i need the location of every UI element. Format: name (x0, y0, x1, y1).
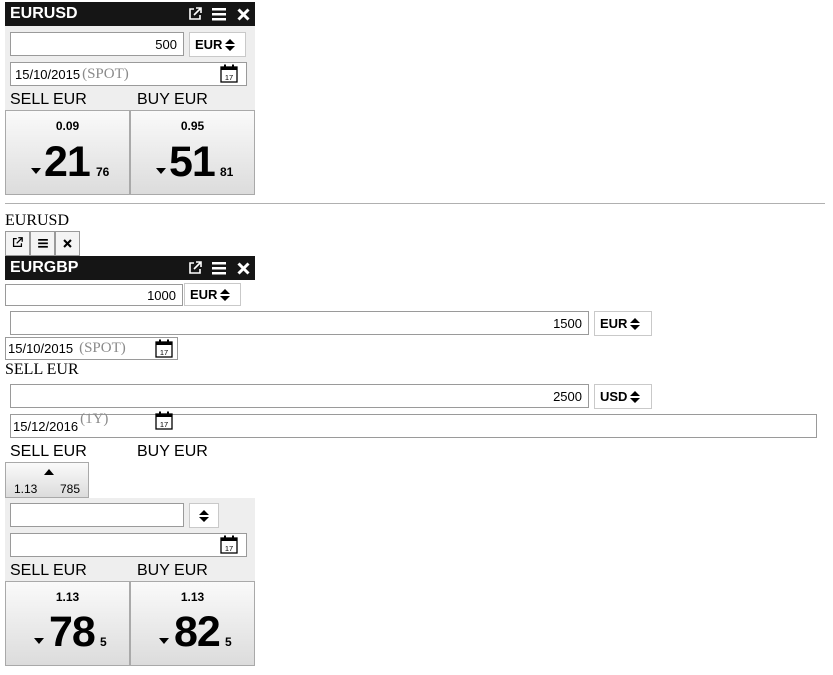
eurusd-tenor: (SPOT) (82, 65, 129, 82)
close-icon[interactable] (231, 261, 255, 275)
currency-value-3: USD (600, 389, 628, 404)
tenor-2: (SPOT) (79, 340, 126, 356)
eurusd-currency-select[interactable]: EUR (189, 32, 246, 57)
eurusd-buy-spread: 0.95 (180, 119, 205, 133)
calendar-day: 17 (225, 544, 233, 553)
popout-icon[interactable] (183, 7, 207, 21)
amount-input-2[interactable]: 1500 (10, 311, 589, 335)
empty-amount-input[interactable] (10, 503, 184, 527)
date-field-2[interactable]: 15/10/2015 (SPOT) (5, 337, 178, 360)
sell-pips-3: 5 (100, 635, 107, 649)
eurusd-title: EURUSD (10, 5, 78, 22)
popout-icon (12, 235, 23, 253)
updown-arrows-icon (220, 288, 231, 302)
eurgbp-amount-value: 1000 (147, 287, 176, 303)
eurusd-sell-spread: 0.09 (55, 119, 80, 133)
currency-select-3[interactable]: USD (594, 384, 652, 409)
calendar-day: 17 (160, 420, 168, 429)
eurusd-amount-input[interactable]: 500 (10, 32, 184, 56)
eurusd-buy-button[interactable]: 0.95 51 81 (130, 110, 255, 195)
sell-button-3[interactable]: 1.13 78 5 (5, 581, 130, 666)
down-arrow-icon (31, 168, 41, 174)
eurusd-date-value: 15/10/2015 (15, 66, 81, 82)
sell-label-3: SELL EUR (10, 562, 87, 579)
close-button[interactable] (55, 231, 80, 256)
sell-label-plain: SELL EUR (5, 361, 79, 378)
eurgbp-title: EURGBP (10, 259, 79, 276)
eurusd-sell-big-figure: 21 (44, 138, 91, 186)
eurgbp-currency-select[interactable]: EUR (184, 283, 241, 306)
buy-button-3[interactable]: 1.13 82 5 (130, 581, 255, 666)
amount-value-2: 1500 (553, 315, 582, 331)
up-arrow-icon (44, 469, 54, 475)
eurusd-buy-label: BUY EUR (137, 91, 208, 108)
down-arrow-icon (159, 638, 169, 644)
eurusd-date-field[interactable]: 15/10/2015 (SPOT) (10, 62, 247, 86)
sell-label-2: SELL EUR (10, 443, 87, 460)
buy-big-figure-3: 82 (174, 608, 221, 656)
date-value-2: 15/10/2015 (8, 341, 74, 356)
calendar-day: 17 (160, 348, 168, 357)
menu-button[interactable] (30, 231, 55, 256)
updown-arrows-icon (199, 509, 209, 523)
section-divider (5, 203, 825, 204)
date-field-3[interactable]: 15/12/2016 (1Y) (10, 411, 817, 438)
buy-label-3: BUY EUR (137, 562, 208, 579)
sell-spread-3: 1.13 (55, 590, 80, 604)
buy-spread-3: 1.13 (180, 590, 205, 604)
popout-icon[interactable] (183, 261, 207, 275)
calendar-day: 17 (225, 73, 233, 82)
eurusd-title-bar: EURUSD (5, 2, 255, 26)
updown-arrows-icon (225, 38, 236, 52)
menu-icon[interactable] (207, 261, 231, 275)
close-icon (63, 235, 72, 253)
buy-label-2: BUY EUR (137, 443, 208, 460)
popout-button[interactable] (5, 231, 30, 256)
amount-input-3[interactable]: 2500 (10, 384, 589, 408)
menu-icon[interactable] (207, 7, 231, 21)
sell-big-figure-3: 78 (49, 608, 96, 656)
eurusd-buy-pips: 81 (220, 165, 234, 179)
calendar-icon[interactable]: 17 (155, 339, 173, 363)
empty-currency-select[interactable] (189, 503, 219, 528)
small-price-button[interactable]: 1.13 785 (5, 462, 89, 498)
eurusd-currency-value: EUR (195, 37, 223, 52)
eurusd-sell-pips: 76 (96, 165, 110, 179)
section-title: EURUSD (5, 212, 70, 229)
eurgbp-currency-value: EUR (190, 287, 218, 302)
down-arrow-icon (34, 638, 44, 644)
amount-value-3: 2500 (553, 388, 582, 404)
eurusd-amount-value: 500 (155, 36, 177, 52)
empty-date-field[interactable] (10, 533, 247, 557)
menu-icon (37, 235, 48, 253)
eurusd-buy-big-figure: 51 (169, 138, 216, 186)
currency-select-2[interactable]: EUR (594, 311, 652, 336)
calendar-icon[interactable]: 17 (220, 64, 238, 88)
eurgbp-amount-input[interactable]: 1000 (5, 284, 183, 306)
down-arrow-icon (156, 168, 166, 174)
calendar-icon[interactable]: 17 (220, 535, 238, 559)
eurusd-sell-label: SELL EUR (10, 91, 87, 108)
small-price-left: 1.13 (14, 482, 38, 496)
tenor-3: (1Y) (80, 411, 109, 427)
updown-arrows-icon (630, 317, 641, 331)
calendar-icon[interactable]: 17 (155, 411, 173, 435)
updown-arrows-icon (630, 390, 641, 404)
eurgbp-title-bar: EURGBP (5, 256, 255, 280)
small-price-right: 785 (60, 482, 81, 496)
date-value-3: 15/12/2016 (13, 419, 79, 434)
eurusd-sell-button[interactable]: 0.09 21 76 (5, 110, 130, 195)
currency-value-2: EUR (600, 316, 628, 331)
buy-pips-3: 5 (225, 635, 232, 649)
close-icon[interactable] (231, 7, 255, 21)
